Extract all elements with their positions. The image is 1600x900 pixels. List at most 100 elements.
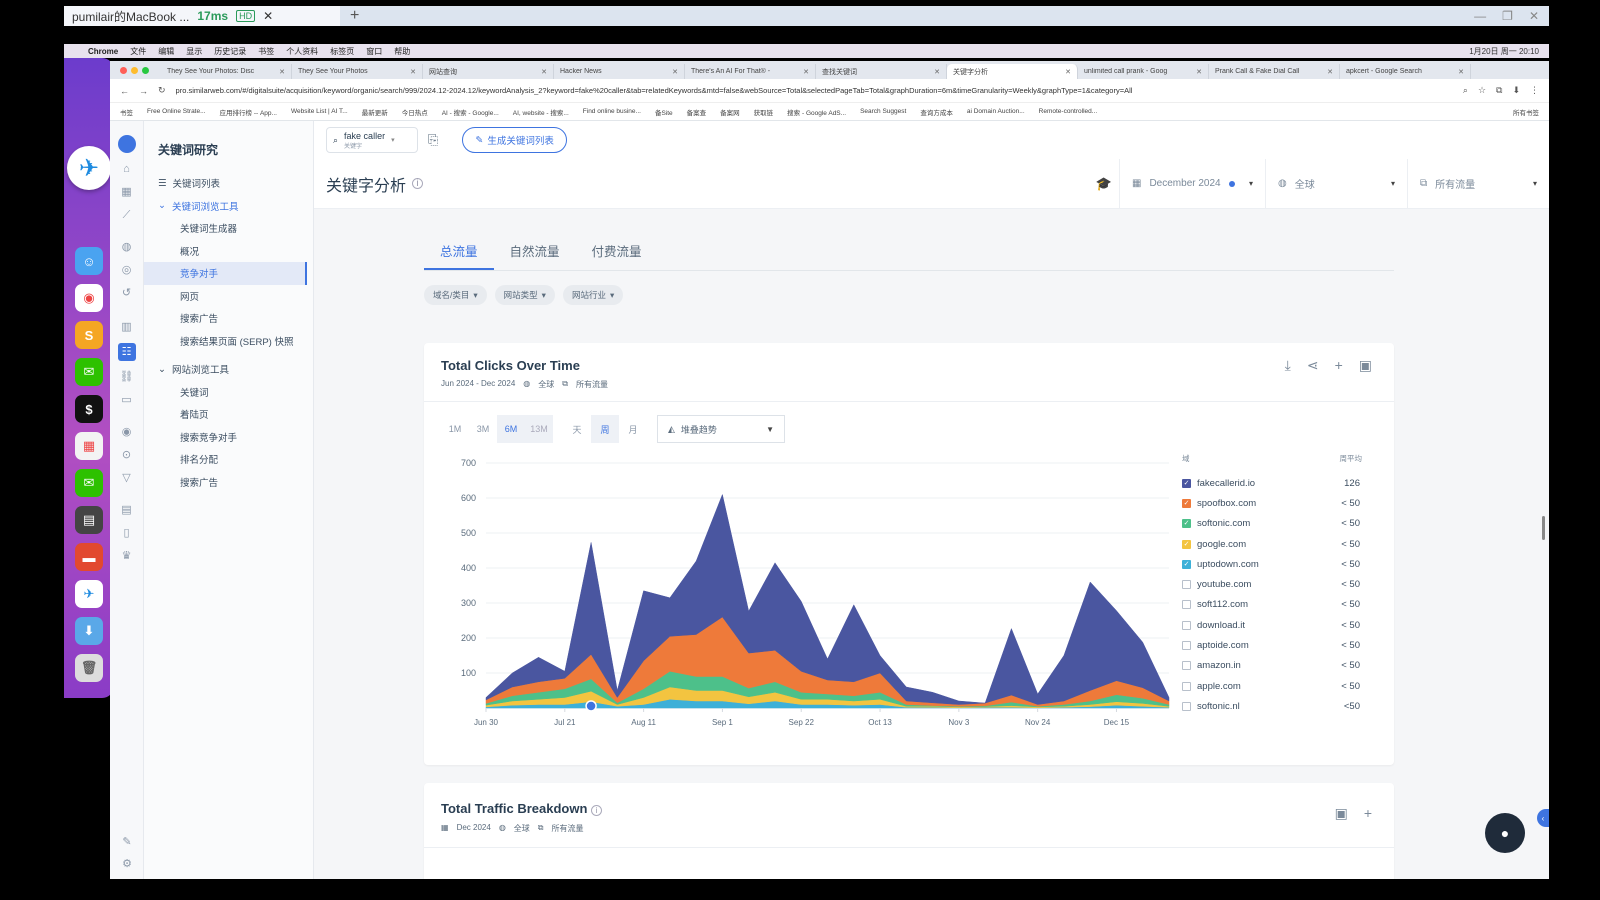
legend-checkbox[interactable]: ✓ <box>1182 478 1191 488</box>
bookmark[interactable]: Free Online Strate... <box>147 108 206 115</box>
bookmark[interactable]: 书签 <box>120 107 133 117</box>
region-filter[interactable]: ◍ 全球 ▾ <box>1265 159 1407 208</box>
chip-site-industry[interactable]: 网站行业 ▾ <box>562 285 624 305</box>
sidebar-item-search-competitors[interactable]: 搜索竞争对手 <box>144 426 313 449</box>
sidebar-item-keyword-generator[interactable]: 关键词生成器 <box>144 217 313 240</box>
excel-icon[interactable]: ▣ <box>1335 805 1348 822</box>
download-icon[interactable]: ⬇ <box>1512 85 1520 96</box>
wechat-icon[interactable]: ✉ <box>75 358 103 386</box>
legend-row[interactable]: softonic.nl <50 <box>1182 696 1362 716</box>
home-icon[interactable]: ⌂ <box>120 162 134 176</box>
close-icon[interactable]: ✕ <box>263 9 273 23</box>
extensions-icon[interactable]: ⧉ <box>1496 85 1502 96</box>
sidebar-item-pages[interactable]: 网页 <box>144 285 313 308</box>
sidebar-item-search-ads[interactable]: 搜索广告 <box>144 307 313 330</box>
legend-checkbox[interactable]: ✓ <box>1182 519 1191 529</box>
legend-row[interactable]: ✓ spoofbox.com < 50 <box>1182 493 1362 513</box>
bookmark[interactable]: 备案网 <box>720 107 740 117</box>
browser-tab[interactable]: They See Your Photos ✕ <box>292 64 423 79</box>
launchpad-icon[interactable]: ▦ <box>75 432 103 460</box>
chat-button[interactable]: ● <box>1485 813 1525 853</box>
bookmark[interactable]: 查询方成本 <box>920 107 953 117</box>
share-icon[interactable]: ⋖ <box>1307 357 1319 374</box>
browser-tab[interactable]: unlimited call prank - Goog ✕ <box>1078 64 1209 79</box>
bookmark[interactable]: 应用排行榜 -- App... <box>220 107 277 117</box>
menu-chrome[interactable]: Chrome <box>88 47 118 56</box>
date-filter[interactable]: ▦ December 2024 ▾ <box>1119 159 1265 208</box>
calculator-icon[interactable]: ▤ <box>75 506 103 534</box>
funnel-icon[interactable]: ▽ <box>120 471 134 485</box>
restore-icon[interactable]: ❐ <box>1502 9 1513 23</box>
granularity-day[interactable]: 天 <box>563 415 591 443</box>
legend-checkbox[interactable] <box>1182 580 1191 590</box>
bookmark[interactable]: 获取链 <box>754 107 774 117</box>
dashboard-icon[interactable]: ▦ <box>120 185 134 199</box>
bookmark[interactable]: 搜索 - Google AdS... <box>787 107 846 117</box>
browser-tab[interactable]: There's An AI For That® - ✕ <box>685 64 816 79</box>
star-icon[interactable]: ☆ <box>1478 85 1486 96</box>
browser-tab-active[interactable]: 关键字分析 ✕ <box>947 64 1078 79</box>
legend-row[interactable]: soft112.com < 50 <box>1182 595 1362 615</box>
remote-desktop-logo-icon[interactable]: ✈ <box>67 146 111 190</box>
legend-checkbox[interactable] <box>1182 641 1191 651</box>
duration-3m[interactable]: 3M <box>469 415 497 443</box>
chip-site-type[interactable]: 网站类型 ▾ <box>494 285 555 305</box>
forward-icon[interactable]: → <box>139 86 148 96</box>
tab-organic-traffic[interactable]: 自然流量 <box>494 235 576 270</box>
sidebar-group-website-explorer[interactable]: ⌄ 网站浏览工具 <box>144 358 313 381</box>
tab-close-icon[interactable]: ✕ <box>672 68 678 76</box>
zoom-dot-icon[interactable] <box>142 66 149 74</box>
globe-icon[interactable]: ◍ <box>120 240 134 254</box>
sublime-icon[interactable]: S <box>75 321 103 349</box>
back-icon[interactable]: ← <box>120 86 129 96</box>
keyword-research-icon[interactable]: ☷ <box>117 343 136 361</box>
legend-checkbox[interactable] <box>1182 681 1191 691</box>
tab-close-icon[interactable]: ✕ <box>934 68 940 76</box>
zoom-icon[interactable]: ⌕ <box>1463 85 1468 96</box>
bookmark[interactable]: 今日热点 <box>402 107 428 117</box>
browser-tab[interactable]: 网站查询 ✕ <box>423 64 554 79</box>
search-analysis-icon[interactable]: ⊙ <box>120 448 134 462</box>
minimize-icon[interactable]: — <box>1474 9 1486 23</box>
tab-close-icon[interactable]: ✕ <box>279 68 285 76</box>
history-icon[interactable]: ↺ <box>120 286 134 300</box>
bookmark[interactable]: 备Site <box>655 107 673 117</box>
tab-close-icon[interactable]: ✕ <box>1458 68 1464 76</box>
tab-close-icon[interactable]: ✕ <box>410 68 416 76</box>
trend-icon[interactable]: ⟋ <box>120 208 134 222</box>
browser-tab[interactable]: apkcert - Google Search ✕ <box>1340 64 1471 79</box>
remote-app-icon[interactable]: ✈ <box>75 580 103 608</box>
traffic-filter[interactable]: ⧉ 所有流量 ▾ <box>1407 159 1549 208</box>
generate-keyword-list-button[interactable]: ✎ 生成关键词列表 <box>462 127 567 153</box>
menu-edit[interactable]: 编辑 <box>158 46 174 57</box>
sidebar-group-keyword-explorer[interactable]: ⌄ 关键词浏览工具 <box>144 195 313 218</box>
menu-bookmarks[interactable]: 书签 <box>258 46 274 57</box>
chrome-icon[interactable]: ◉ <box>75 284 103 312</box>
bookmark[interactable]: 最新更新 <box>362 107 388 117</box>
browser-tab[interactable]: Hacker News ✕ <box>554 64 685 79</box>
menu-history[interactable]: 历史记录 <box>214 46 246 57</box>
duration-6m[interactable]: 6M <box>497 415 525 443</box>
close-dot-icon[interactable] <box>120 66 127 74</box>
legend-row[interactable]: youtube.com < 50 <box>1182 574 1362 594</box>
terminal-icon[interactable]: $ <box>75 395 103 423</box>
reload-icon[interactable]: ↻ <box>158 85 166 96</box>
compare-icon[interactable]: ◎ <box>120 263 134 277</box>
all-bookmarks[interactable]: 所有书签 <box>1513 107 1539 117</box>
mobile-icon[interactable]: ▯ <box>120 526 134 540</box>
legend-checkbox[interactable]: ✓ <box>1182 498 1191 508</box>
chart-type-select[interactable]: ◭ 堆叠趋势 ▼ <box>657 415 785 443</box>
link-icon[interactable]: ⛓ <box>120 370 134 384</box>
remote-session-tab[interactable]: pumilair的MacBook ... 17ms HD ✕ <box>64 6 340 26</box>
tab-close-icon[interactable]: ✕ <box>1327 68 1333 76</box>
legend-checkbox[interactable] <box>1182 600 1191 610</box>
add-icon[interactable]: + <box>1364 805 1372 822</box>
browser-tab[interactable]: Prank Call & Fake Dial Call ✕ <box>1209 64 1340 79</box>
chip-domain-category[interactable]: 域名/类目 ▾ <box>424 285 487 305</box>
audience-icon[interactable]: ◉ <box>120 425 134 439</box>
excel-icon[interactable]: ▣ <box>1359 357 1372 374</box>
settings-icon[interactable]: ⚙ <box>120 857 134 871</box>
granularity-month[interactable]: 月 <box>619 415 647 443</box>
legend-row[interactable]: amazon.in < 50 <box>1182 656 1362 676</box>
sidebar-item-competitors[interactable]: 竞争对手 <box>144 262 307 285</box>
